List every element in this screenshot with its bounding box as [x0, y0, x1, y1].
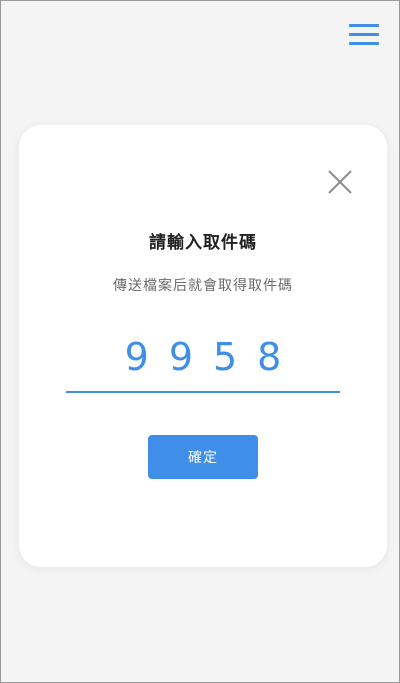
pickup-code-dialog: 請輸入取件碼 傳送檔案后就會取得取件碼 確定 [19, 125, 387, 567]
dialog-title: 請輸入取件碼 [149, 233, 257, 253]
confirm-button[interactable]: 確定 [148, 435, 258, 479]
dialog-subtitle: 傳送檔案后就會取得取件碼 [113, 278, 293, 294]
close-button[interactable] [327, 169, 353, 195]
app-frame: 請輸入取件碼 傳送檔案后就會取得取件碼 確定 [0, 0, 400, 683]
close-icon [328, 170, 352, 194]
pickup-code-input[interactable] [66, 323, 340, 393]
menu-button[interactable] [349, 23, 379, 45]
